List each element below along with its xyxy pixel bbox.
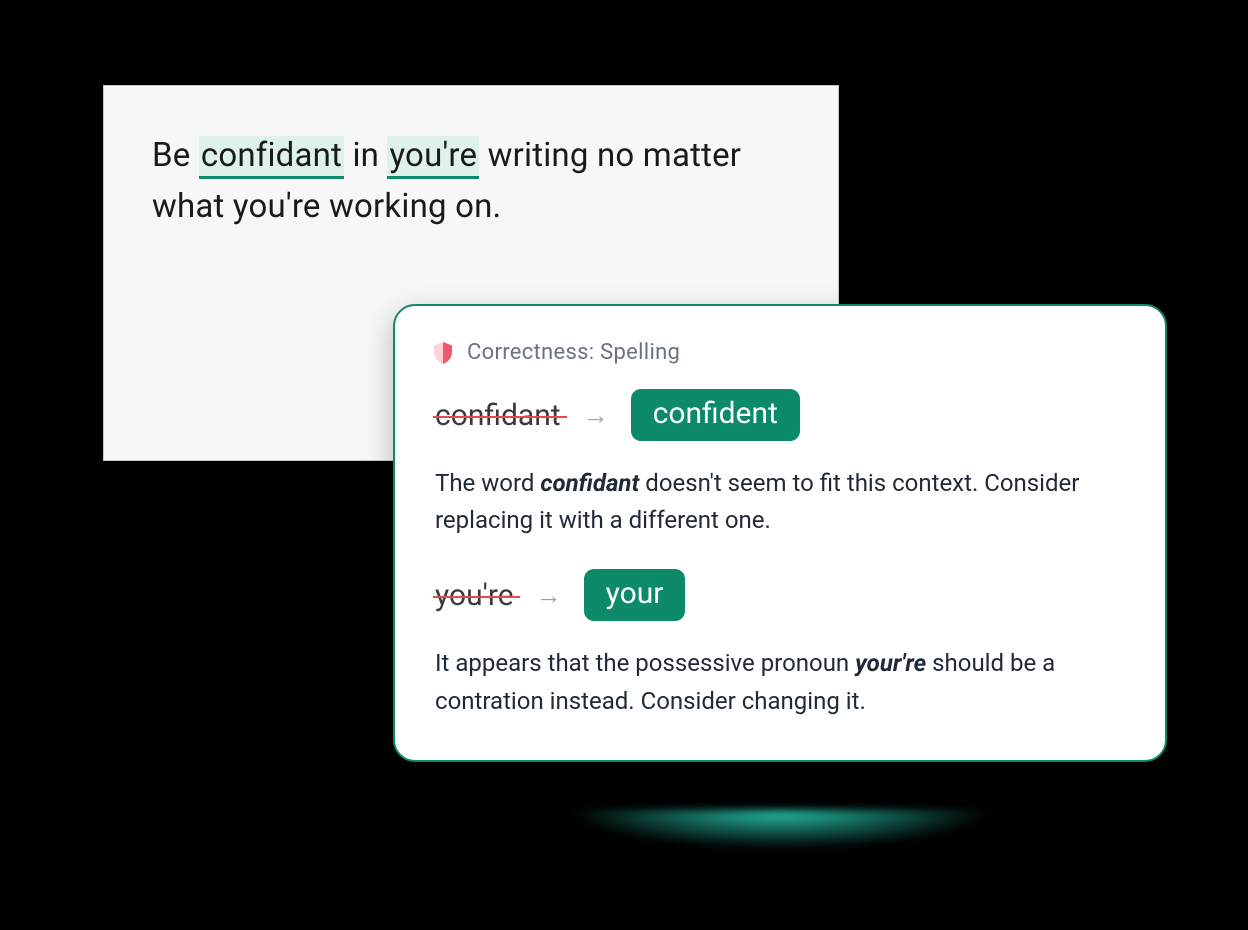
correction-row: you're → your (435, 569, 1125, 621)
replacement-chip[interactable]: confident (631, 389, 800, 441)
replacement-chip[interactable]: your (584, 569, 686, 621)
text-fragment: in (344, 136, 387, 175)
text-fragment: Be (152, 136, 199, 175)
error-highlight-confidant[interactable]: confidant (199, 136, 344, 179)
suggestion-category: Correctness: Spelling (467, 340, 680, 365)
explanation-text: The word confidant doesn't seem to fit t… (435, 465, 1125, 539)
decorative-glow (480, 810, 1080, 930)
shield-icon (433, 342, 453, 364)
suggestion-card: Correctness: Spelling confidant → confid… (393, 304, 1167, 762)
arrow-icon: → (583, 400, 609, 431)
error-highlight-youre[interactable]: you're (387, 136, 479, 179)
editor-text[interactable]: Be confidant in you're writing no matter… (152, 130, 790, 232)
original-word: confidant (435, 398, 561, 433)
explanation-text: It appears that the possessive pronoun y… (435, 645, 1125, 719)
correction-row: confidant → confident (435, 389, 1125, 441)
suggestion-header: Correctness: Spelling (433, 340, 1125, 365)
original-word: you're (435, 578, 514, 613)
arrow-icon: → (536, 580, 562, 611)
